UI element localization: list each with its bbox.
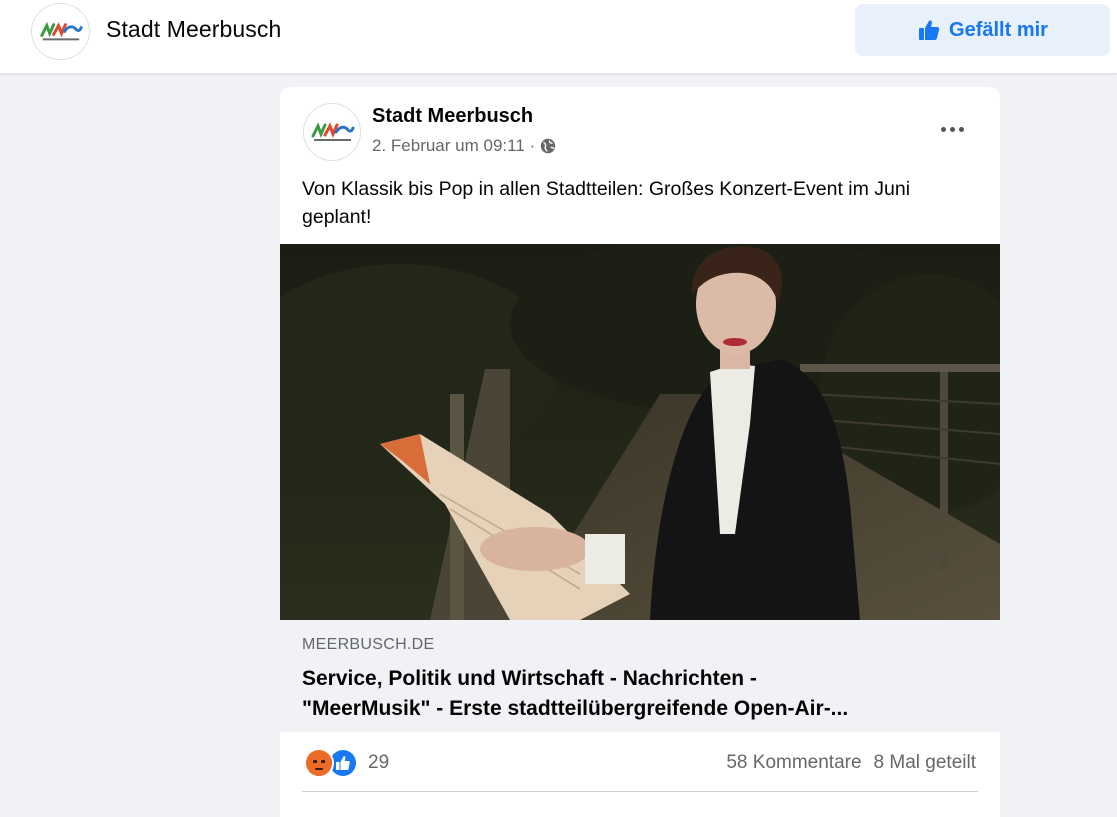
post-image[interactable] [280, 244, 1000, 620]
thumbs-up-icon [919, 20, 940, 40]
post-stats: 29 58 Kommentare 8 Mal geteilt [280, 732, 1000, 790]
globe-icon[interactable] [539, 137, 557, 155]
post-card: Stadt Meerbusch 2. Februar um 09:11 · Vo… [280, 87, 1000, 817]
link-preview[interactable]: MEERBUSCH.DE Service, Politik und Wirtsc… [280, 620, 1000, 732]
comments-count[interactable]: 58 Kommentare [726, 752, 861, 774]
post-text: Von Klassik bis Pop in allen Stadtteilen… [302, 178, 911, 228]
post-author-name[interactable]: Stadt Meerbusch [372, 105, 533, 128]
more-options-button[interactable] [932, 117, 972, 141]
page-title[interactable]: Stadt Meerbusch [106, 16, 281, 43]
divider [302, 791, 978, 792]
angry-reaction-icon [304, 748, 334, 778]
more-options-icon [940, 126, 946, 132]
page-header: Stadt Meerbusch Gefällt mir [0, 0, 1117, 73]
post-timestamp[interactable]: 2. Februar um 09:11 · [372, 136, 535, 156]
link-domain: MEERBUSCH.DE [302, 636, 435, 653]
more-options-icon [949, 126, 955, 132]
concert-photo [280, 244, 1000, 620]
post-author-avatar[interactable] [303, 103, 361, 161]
page-logo-avatar[interactable] [31, 3, 90, 60]
shares-count[interactable]: 8 Mal geteilt [874, 752, 976, 774]
stadt-meerbusch-logo [33, 4, 88, 59]
link-title[interactable]: Service, Politik und Wirtschaft - Nachri… [302, 664, 972, 724]
like-button-label: Gefällt mir [949, 18, 1048, 41]
stadt-meerbusch-logo [304, 104, 360, 160]
reaction-count[interactable]: 29 [368, 752, 389, 774]
post-meta: 2. Februar um 09:11 · [372, 136, 557, 156]
engagement-counts: 58 Kommentare 8 Mal geteilt [726, 752, 976, 774]
like-page-button[interactable]: Gefällt mir [855, 4, 1110, 56]
more-options-icon [958, 126, 964, 132]
